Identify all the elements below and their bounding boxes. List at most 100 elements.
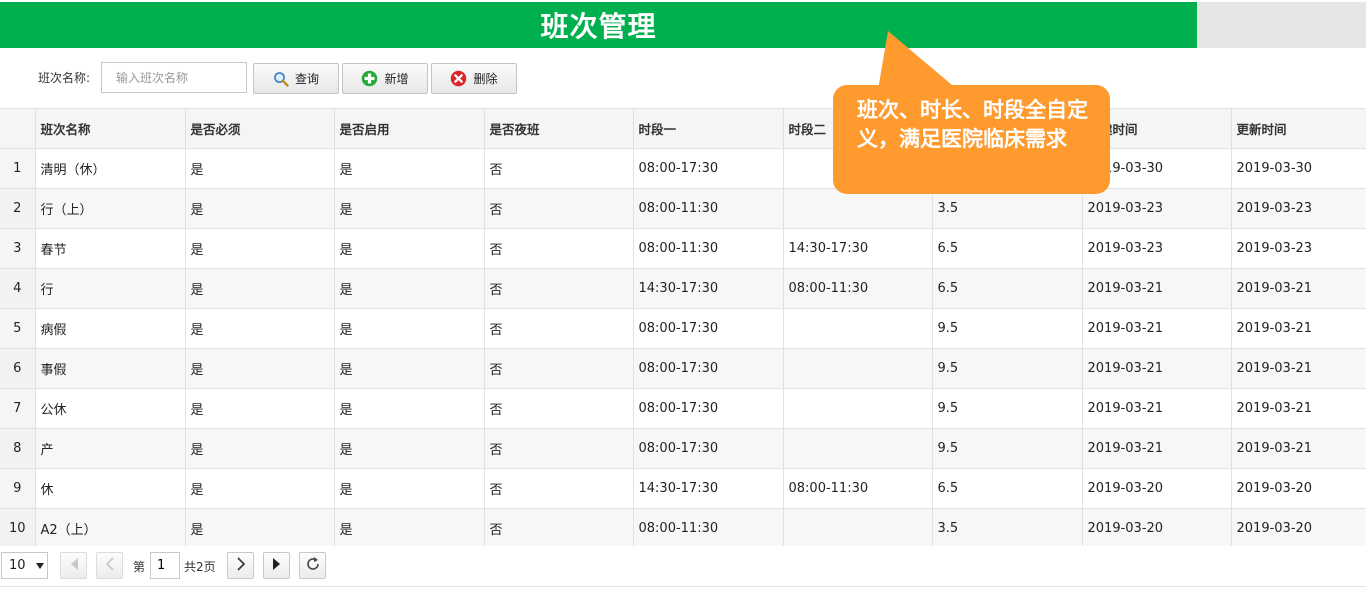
last-page-icon [272, 557, 282, 574]
table-cell-night: 否 [484, 508, 634, 549]
table-cell-p1: 08:00-11:30 [633, 188, 784, 229]
column-header[interactable]: 班次名称 [35, 108, 186, 149]
table-row[interactable]: 7 公休是是否 08:00-17:30 9.5 2019-03-21 2019-03-21 [0, 388, 1366, 429]
table-cell-created: 2019-03-23 [1082, 228, 1232, 269]
table-cell-p1: 08:00-11:30 [633, 228, 784, 269]
row-number-cell: 6 [0, 348, 36, 389]
search-button-label: 查询 [294, 72, 319, 86]
table-cell-created: 2019-03-21 [1082, 388, 1232, 429]
current-page-input[interactable] [150, 552, 180, 579]
table-cell-created: 2019-03-21 [1082, 428, 1232, 469]
column-header[interactable]: 是否夜班 [484, 108, 634, 149]
table-cell-hours: 6.5 [932, 468, 1083, 509]
column-header[interactable]: 是否启用 [334, 108, 485, 149]
row-number-header [0, 108, 36, 149]
row-number-cell: 10 [0, 508, 36, 549]
add-button[interactable]: 新增 [342, 63, 428, 94]
page-size-select[interactable]: 10 [1, 552, 48, 579]
table-cell-hours: 9.5 [932, 348, 1083, 389]
table-cell-p1: 08:00-17:30 [633, 348, 784, 389]
table-row[interactable]: 5 病假是是否 08:00-17:30 9.5 2019-03-21 2019-03-21 [0, 308, 1366, 349]
column-header[interactable]: 是否必须 [185, 108, 335, 149]
table-cell-name: 行 [35, 268, 186, 309]
table-cell-night: 否 [484, 148, 634, 189]
delete-button[interactable]: 删除 [431, 63, 517, 94]
table-cell-p1: 08:00-11:30 [633, 508, 784, 549]
table-header-row: 班次名称 是否必须 是否启用 是否夜班 时段一 时段二 时长 创建时间 更新时间 [0, 108, 1366, 149]
table-cell-p2: 08:00-11:30 [783, 268, 933, 309]
toolbar: 班次名称: 查询 新增 删除 [0, 48, 1366, 108]
table-cell-enabled: 是 [334, 228, 485, 269]
table-cell-name: 春节 [35, 228, 186, 269]
table-cell-enabled: 是 [334, 508, 485, 549]
table-cell-p2: 14:30-17:30 [783, 228, 933, 269]
table-cell-p1: 08:00-17:30 [633, 308, 784, 349]
table-cell-enabled: 是 [334, 388, 485, 429]
table-cell-p1: 08:00-17:30 [633, 388, 784, 429]
row-number-cell: 1 [0, 148, 36, 189]
table-cell-enabled: 是 [334, 148, 485, 189]
shift-name-input[interactable] [101, 62, 247, 93]
first-page-button[interactable] [60, 552, 87, 579]
page-title: 班次管理 [0, 2, 1197, 48]
table-cell-required: 是 [185, 268, 335, 309]
add-button-label: 新增 [384, 72, 409, 86]
refresh-button[interactable] [299, 552, 326, 579]
prev-page-icon [105, 556, 115, 575]
table-cell-updated: 2019-03-21 [1231, 308, 1366, 349]
row-number-cell: 3 [0, 228, 36, 269]
table-cell-enabled: 是 [334, 308, 485, 349]
table-cell-p1: 14:30-17:30 [633, 468, 784, 509]
table-row[interactable]: 10 A2（上）是是否 08:00-11:30 3.5 2019-03-20 2019-0… [0, 508, 1366, 549]
table-cell-name: 休 [35, 468, 186, 509]
next-page-icon [236, 556, 246, 575]
column-header[interactable]: 时段一 [633, 108, 784, 149]
first-page-icon [69, 557, 79, 574]
table-cell-updated: 2019-03-23 [1231, 228, 1366, 269]
table-row[interactable]: 2 行（上）是是否 08:00-11:30 3.5 2019-03-23 2019-03-… [0, 188, 1366, 229]
table-cell-p2 [783, 308, 933, 349]
next-page-button[interactable] [227, 552, 254, 579]
table-row[interactable]: 6 事假是是否 08:00-17:30 9.5 2019-03-21 2019-03-21 [0, 348, 1366, 389]
delete-button-label: 删除 [473, 72, 498, 86]
table-cell-p2 [783, 388, 933, 429]
refresh-icon [305, 556, 321, 576]
table-cell-enabled: 是 [334, 188, 485, 229]
table-row[interactable]: 4 行是是否 14:30-17:30 08:00-11:30 6.5 2019-03-21… [0, 268, 1366, 309]
table-cell-updated: 2019-03-21 [1231, 268, 1366, 309]
column-header[interactable]: 更新时间 [1231, 108, 1366, 149]
table-cell-updated: 2019-03-20 [1231, 468, 1366, 509]
table-cell-hours: 6.5 [932, 228, 1083, 269]
shift-table: 班次名称 是否必须 是否启用 是否夜班 时段一 时段二 时长 创建时间 更新时间… [0, 108, 1366, 549]
table-cell-night: 否 [484, 388, 634, 429]
table-cell-required: 是 [185, 508, 335, 549]
table-cell-night: 否 [484, 188, 634, 229]
table-cell-created: 2019-03-23 [1082, 188, 1232, 229]
table-cell-p2 [783, 428, 933, 469]
row-number-cell: 2 [0, 188, 36, 229]
table-row[interactable]: 9 休是是否 14:30-17:30 08:00-11:30 6.5 2019-03-20… [0, 468, 1366, 509]
table-cell-p2 [783, 188, 933, 229]
table-cell-night: 否 [484, 228, 634, 269]
table-cell-created: 2019-03-20 [1082, 468, 1232, 509]
table-cell-name: 公休 [35, 388, 186, 429]
table-row[interactable]: 8 产是是否 08:00-17:30 9.5 2019-03-21 2019-03-21 [0, 428, 1366, 469]
table-cell-p1: 14:30-17:30 [633, 268, 784, 309]
table-row[interactable]: 3 春节是是否 08:00-11:30 14:30-17:30 6.5 2019-03-2… [0, 228, 1366, 269]
search-button[interactable]: 查询 [253, 63, 339, 94]
x-circle-icon [450, 70, 467, 87]
row-number-cell: 8 [0, 428, 36, 469]
pagination-bar: 10 第 共2页 [0, 546, 1366, 587]
table-cell-required: 是 [185, 188, 335, 229]
table-cell-created: 2019-03-21 [1082, 348, 1232, 389]
table-cell-p2 [783, 508, 933, 549]
table-cell-enabled: 是 [334, 468, 485, 509]
row-number-cell: 4 [0, 268, 36, 309]
plus-circle-icon [361, 70, 378, 87]
table-cell-created: 2019-03-21 [1082, 308, 1232, 349]
table-cell-required: 是 [185, 388, 335, 429]
table-cell-created: 2019-03-20 [1082, 508, 1232, 549]
table-row[interactable]: 1清明（休）是是否08:00-17:309.52019-03-302019-03… [0, 148, 1366, 189]
last-page-button[interactable] [263, 552, 290, 579]
prev-page-button[interactable] [96, 552, 123, 579]
